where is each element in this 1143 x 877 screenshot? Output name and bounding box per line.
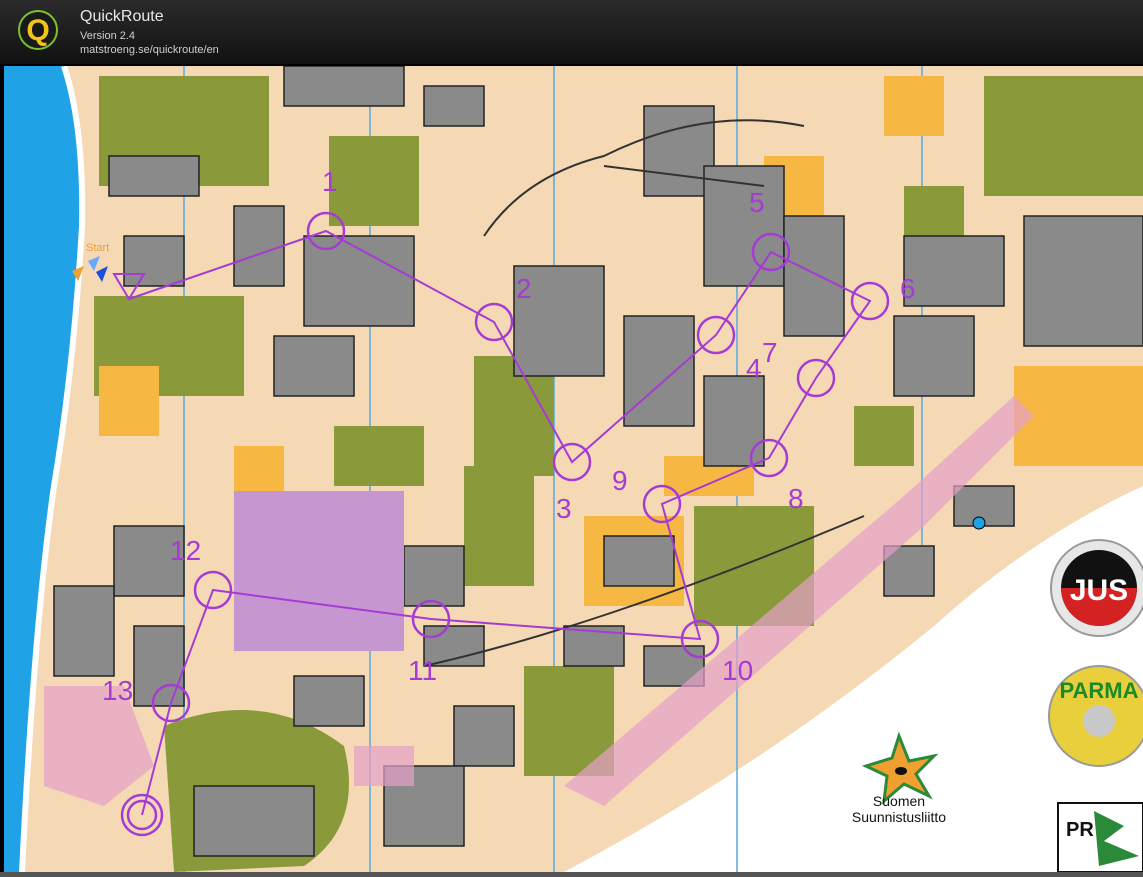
map-canvas[interactable]: Start 1 2 3 4 5 6 7 8 9 10 11 12 13 JUS … [4,66,1143,872]
control-number-3: 3 [556,493,572,524]
quickroute-logo-icon: Q [18,10,58,50]
orienteering-map[interactable]: Start 1 2 3 4 5 6 7 8 9 10 11 12 13 JUS … [4,66,1143,872]
restricted-area [234,491,404,651]
bottom-bar [0,872,1143,877]
jus-club-logo: JUS [1050,539,1143,637]
control-number-7: 7 [762,337,778,368]
pr-club-logo: PR [1057,802,1143,872]
parma-logo-text: PARMA [1059,678,1138,703]
svg-text:Q: Q [26,14,49,47]
app-url[interactable]: matstroeng.se/quickroute/en [80,44,219,56]
start-label: Start [86,242,109,254]
app-version: Version 2.4 [80,30,136,42]
control-number-8: 8 [788,483,804,514]
app-title: QuickRoute [80,8,164,25]
control-number-12: 12 [170,535,201,566]
control-number-4: 4 [746,353,762,384]
control-number-1: 1 [322,166,338,197]
sponsor-text-line1: Suomen [873,793,925,809]
control-number-9: 9 [612,465,628,496]
control-number-2: 2 [516,273,532,304]
jus-logo-text: JUS [1070,574,1128,607]
control-number-5: 5 [749,187,765,218]
sponsor-text-line2: Suunnistusliitto [852,809,946,825]
control-number-11: 11 [408,655,437,686]
control-number-13: 13 [102,675,133,706]
control-number-6: 6 [900,273,916,304]
control-number-10: 10 [722,655,753,686]
fountain-icon [972,516,986,530]
title-bar: Q QuickRoute Version 2.4 matstroeng.se/q… [0,0,1143,64]
svg-text:PR: PR [1066,819,1094,841]
parma-logo: PARMA [1048,665,1143,767]
